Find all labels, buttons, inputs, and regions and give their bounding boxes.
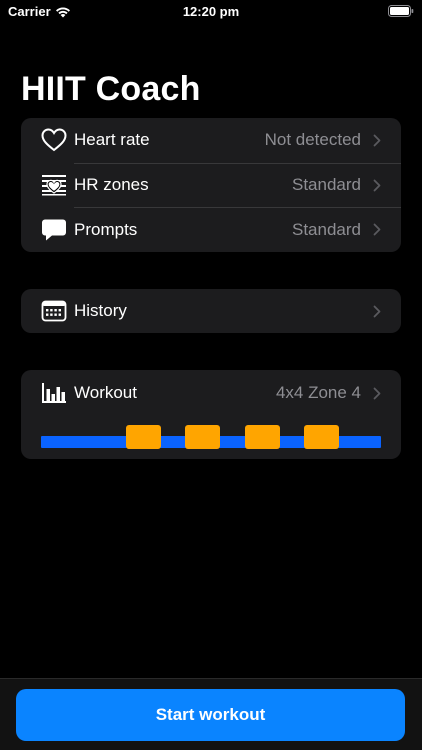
interval-block [304,425,339,449]
hr-zones-label: HR zones [74,175,149,195]
interval-block [245,425,280,449]
chevron-right-icon [373,134,381,147]
bar-chart-icon [41,380,67,406]
heart-rate-row[interactable]: Heart rate Not detected [21,118,401,163]
prompts-label: Prompts [74,219,138,239]
workout-card[interactable]: Workout 4x4 Zone 4 [21,370,401,459]
history-row[interactable]: History [21,289,401,333]
interval-block [185,425,220,449]
speech-bubble-icon [41,217,67,243]
chevron-right-icon [373,223,381,236]
hr-zones-row[interactable]: HR zones Standard [21,162,401,208]
prompts-value: Standard [292,219,361,239]
workout-label: Workout [74,383,137,402]
chevron-right-icon [373,387,381,399]
workout-value: 4x4 Zone 4 [275,383,361,402]
interval-block [126,425,161,449]
start-workout-button[interactable]: Start workout [16,689,405,741]
heart-icon [41,127,67,153]
heart-rate-label: Heart rate [74,130,150,150]
settings-card: Heart rate Not detected HR zones Standar… [21,118,401,252]
bottom-bar: Start workout [0,678,422,750]
status-time: 12:20 pm [182,4,240,19]
history-card: History [21,289,401,333]
chevron-right-icon [373,305,381,317]
status-bar: Carrier 12:20 pm [0,0,422,24]
prompts-row[interactable]: Prompts Standard [21,207,401,252]
page-title: HIIT Coach [21,70,201,108]
battery-icon [388,5,414,17]
history-label: History [74,301,127,320]
hr-zones-value: Standard [292,175,361,195]
workout-row[interactable]: Workout 4x4 Zone 4 [21,370,401,416]
chevron-right-icon [373,179,381,191]
heart-rate-value: Not detected [264,130,361,150]
hr-zones-icon [41,172,67,198]
calendar-icon [41,298,67,324]
